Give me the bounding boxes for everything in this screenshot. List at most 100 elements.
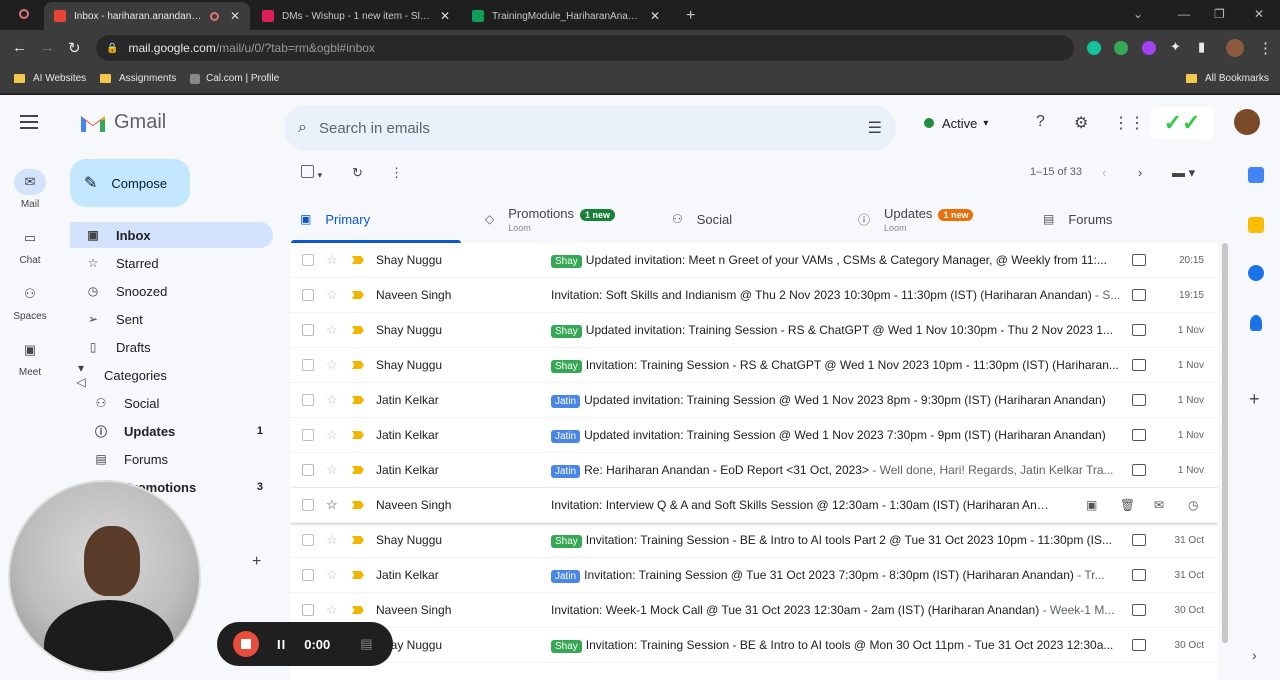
star-icon[interactable]: ☆ [326,287,338,303]
tab-promotions[interactable]: ◇ Promotions 1 new Loom [485,195,615,243]
tab-updates[interactable]: ⓘ Updates 1 new Loom [858,195,974,243]
keep-icon[interactable] [1248,217,1264,233]
email-row[interactable]: ☆ Naveen Singh Invitation: Interview Q &… [290,488,1218,523]
next-page-icon[interactable]: › [1138,165,1142,180]
rail-spaces[interactable]: ⚇ Spaces [0,281,60,322]
important-marker-icon[interactable] [352,361,364,369]
nav-drafts[interactable]: ▯ Drafts [70,334,273,360]
browser-tab-sheets[interactable]: TrainingModule_HariharanAnandan ✕ [462,2,670,30]
profile-avatar-icon[interactable] [1226,39,1244,57]
tab-forums[interactable]: ▤ Forums [1043,195,1112,243]
extensions-puzzle-icon[interactable]: ✦ [1170,39,1181,55]
bookmark-ai-websites[interactable]: AI Websites [14,73,86,84]
prev-page-icon[interactable]: ‹ [1102,165,1106,180]
rail-chat[interactable]: ▭ Chat [0,225,60,266]
gmail-logo[interactable]: Gmail [80,111,166,134]
bookmark-assignments[interactable]: Assignments [100,73,176,84]
restore-icon[interactable]: ❐ [1214,7,1225,21]
email-checkbox[interactable] [302,429,314,441]
forward-icon[interactable]: → [40,39,55,56]
nav-forums[interactable]: ▤ Forums [70,446,273,472]
star-icon[interactable]: ☆ [326,252,338,268]
new-tab-button[interactable]: + [676,2,705,30]
email-checkbox[interactable] [302,324,314,336]
recorder-options-icon[interactable]: ▤ [360,636,372,652]
email-row[interactable]: ☆ Naveen Singh Invitation: Soft Skills a… [290,278,1218,313]
close-tab-icon[interactable]: ✕ [644,9,660,23]
rail-mail[interactable]: ✉ Mail [0,169,60,210]
extension-icon[interactable] [1114,41,1128,55]
nav-social[interactable]: ⚇ Social [70,390,273,416]
account-avatar[interactable] [1234,109,1260,135]
expand-side-panel-icon[interactable]: › [1252,647,1257,663]
search-options-icon[interactable]: ☰ [868,118,882,138]
close-window-icon[interactable]: ✕ [1254,7,1264,21]
bookmark-cal-com[interactable]: Cal.com | Profile [190,73,279,84]
side-panel-icon[interactable]: ▮ [1198,39,1205,55]
tasks-icon[interactable] [1248,265,1264,281]
scrollbar[interactable] [1222,243,1228,643]
important-marker-icon[interactable] [352,571,364,579]
tab-social[interactable]: ⚇ Social [672,195,732,243]
nav-inbox[interactable]: ▣ Inbox [70,222,273,248]
star-icon[interactable]: ☆ [326,532,338,548]
star-icon[interactable]: ☆ [326,392,338,408]
important-marker-icon[interactable] [352,606,364,614]
compose-button[interactable]: ✎ Compose [70,159,190,207]
tab-search-icon[interactable]: ⌄ [1133,7,1143,21]
all-bookmarks[interactable]: All Bookmarks [1186,73,1269,84]
email-row[interactable]: ☆ Jatin Kelkar Jatin Re: Hariharan Ananda… [290,453,1218,488]
get-addons-icon[interactable]: + [1249,389,1260,410]
tab-primary[interactable]: ▣ Primary [300,195,370,243]
email-row[interactable]: ☆ Shay Nuggu Shay Updated invitation: Tra… [290,313,1218,348]
email-row[interactable]: ☆ Naveen Singh Invitation: Week-1 Mock C… [290,593,1218,628]
email-checkbox[interactable] [302,604,314,616]
star-icon[interactable]: ☆ [326,427,338,443]
search-bar[interactable]: ⌕ Search in emails ☰ [284,105,896,151]
nav-sent[interactable]: ➢ Sent [70,306,273,332]
contacts-icon[interactable] [1250,315,1262,331]
extension-icon[interactable] [1142,41,1156,55]
email-checkbox[interactable] [302,464,314,476]
calendar-icon[interactable] [1248,167,1264,183]
search-input[interactable]: Search in emails [319,120,430,137]
important-marker-icon[interactable] [352,396,364,404]
settings-gear-icon[interactable]: ⚙ [1074,113,1088,133]
important-marker-icon[interactable] [352,256,364,264]
browser-tab-slack[interactable]: DMs - Wishup - 1 new item - Slack ✕ [252,2,460,30]
email-checkbox[interactable] [302,499,314,511]
density-toggle-icon[interactable]: ▬ ▾ [1172,165,1195,181]
reload-icon[interactable]: ↻ [68,39,81,57]
mark-unread-icon[interactable]: ✉ [1154,498,1164,512]
stop-recording-button[interactable] [233,631,259,657]
browser-menu-icon[interactable]: ⋮ [1258,39,1273,57]
star-icon[interactable]: ☆ [326,322,338,338]
important-marker-icon[interactable] [352,466,364,474]
main-menu-icon[interactable] [20,115,38,133]
star-icon[interactable]: ☆ [326,357,338,373]
important-marker-icon[interactable] [352,536,364,544]
apps-grid-icon[interactable]: ⋮⋮ [1113,113,1145,133]
address-bar[interactable]: 🔒 mail.google.com/mail/u/0/?tab=rm&ogbl#… [96,35,1074,61]
important-marker-icon[interactable] [352,291,364,299]
email-row[interactable]: ☆ Jatin Kelkar Jatin Invitation: Training… [290,558,1218,593]
email-row[interactable]: ☆ Shay Nuggu Shay Updated invitation: Mee… [290,243,1218,278]
help-icon[interactable]: ? [1036,113,1045,131]
refresh-icon[interactable]: ↻ [352,165,363,181]
email-checkbox[interactable] [302,254,314,266]
nav-categories[interactable]: ▾ ◁ Categories [70,361,273,389]
rail-meet[interactable]: ▣ Meet [0,337,60,378]
browser-tab-gmail[interactable]: Inbox - hariharan.anandan@w ✕ [44,2,250,30]
important-marker-icon[interactable] [352,431,364,439]
email-checkbox[interactable] [302,569,314,581]
nav-updates[interactable]: ⓘ Updates 1 [70,418,273,444]
pause-recording-button[interactable]: II [277,637,286,652]
email-checkbox[interactable] [302,359,314,371]
email-row[interactable]: ☆ Jatin Kelkar Jatin Updated invitation: … [290,418,1218,453]
email-checkbox[interactable] [302,534,314,546]
important-marker-icon[interactable] [352,326,364,334]
snooze-icon[interactable]: ◷ [1188,498,1198,512]
email-checkbox[interactable] [302,289,314,301]
more-actions-icon[interactable]: ⋮ [390,165,403,181]
important-marker-icon[interactable] [352,501,364,509]
